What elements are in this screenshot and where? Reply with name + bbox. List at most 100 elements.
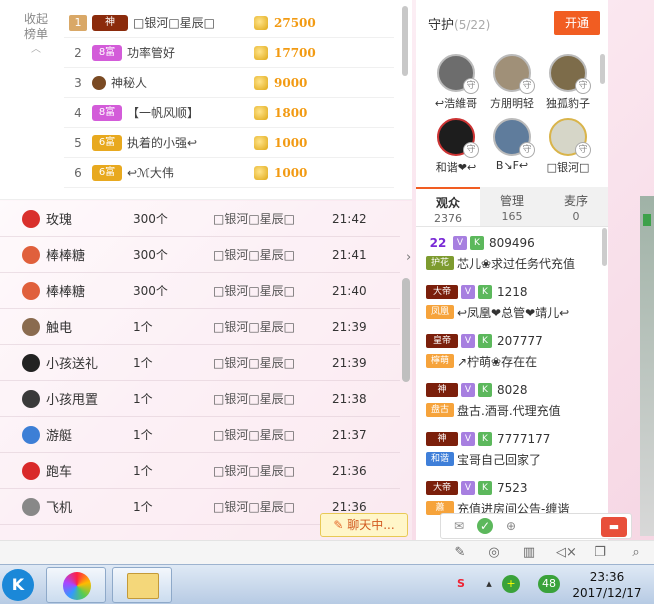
gift-user[interactable]: □银河□星辰□ [213,318,295,335]
taskbar-clock[interactable]: 23:36 2017/12/17 [568,569,646,601]
rank-number: 6 [74,165,82,180]
guard-member[interactable]: 守 □银河□ [540,118,596,175]
audience-name[interactable]: 宝哥自己回家了 [457,451,597,468]
rank-user-name[interactable]: 神秘人 [111,74,231,91]
gift-user[interactable]: □银河□星辰□ [213,282,295,299]
rank-row[interactable]: 3 神秘人 9000 [64,68,394,98]
guard-member[interactable]: 守方朋明轻 [484,54,540,111]
gift-user[interactable]: □银河□星辰□ [213,390,295,407]
gift-user[interactable]: □银河□星辰□ [213,426,295,443]
audience-item[interactable]: 皇帝 V K 207777 檸萌 ↗柠萌❀存在在 [426,332,602,380]
chevron-right-icon[interactable]: › [406,250,411,265]
side-scroll-strip[interactable] [640,196,654,536]
check-icon[interactable]: ✓ [477,518,493,534]
side-indicator [643,214,651,226]
window-icon[interactable]: ❐ [592,545,608,561]
guard-member[interactable]: 守独孤豹子 [540,54,596,111]
audience-name[interactable]: 盘古.酒哥.代理充值 [457,402,597,419]
rank-user-name[interactable]: 功率管好 [127,44,247,61]
speed-icon[interactable]: ◎ [486,545,502,561]
gift-record-list: 玫瑰 300个 □银河□星辰□ 21:42 棒棒糖 300个 □银河□星辰□ 21:41 棒棒糖… [0,201,412,540]
mute-icon[interactable]: ◁× [556,545,577,561]
gift-row[interactable]: 棒棒糖 300个 □银河□星辰□ 21:40 [0,273,400,309]
audience-item[interactable]: 神 V K 7777177 和谐 宝哥自己回家了 [426,430,602,478]
rank-user-name[interactable]: ↩ℳ大伟 [127,164,247,181]
gift-scrollbar[interactable] [402,278,410,382]
avatar[interactable]: 守 [437,54,479,94]
avatar[interactable]: 守 [437,118,479,158]
gift-icon [22,209,40,228]
tab-audience[interactable]: 观众 2376 [416,187,480,226]
coin-icon [254,165,268,180]
audience-scrollbar[interactable] [602,228,607,266]
taskbar-explorer-button[interactable] [112,567,172,603]
chat-input-bar[interactable]: ✉ ✓ ⊕ ▬ [440,513,632,539]
gift-user[interactable]: □银河□星辰□ [213,462,295,479]
audience-item[interactable]: 大帝 V K 1218 凤凰 ↩凤凰❤总管❤靖儿↩ [426,283,602,331]
vip-badge: V [461,285,475,299]
live-room-window: 收起 榜单 ︿ 1 神 □银河□星辰□ 27500 2 8富 功率管好 17700 3 神秘人 90… [0,0,654,540]
audience-message-line: 盘古 盘古.酒哥.代理充值 [426,401,602,419]
audience-id: 7523 [497,481,528,495]
guard-member[interactable]: 守 ↩浩維哥 [428,54,484,111]
rank-number: 1 [69,14,87,31]
guard-count: (5/22) [454,18,491,32]
gift-user[interactable]: □银河□星辰□ [213,210,295,227]
chevron-up-tray-icon[interactable]: ▴ [480,575,498,593]
guard-member[interactable]: 守 B↘F↩ [484,118,540,172]
avatar[interactable]: 守 [493,54,535,94]
tray-badge[interactable]: 48 [538,575,560,593]
audience-item[interactable]: 22 V K 809496 护花 芯儿❀求过任务代充值 [426,234,602,282]
rank-user-name[interactable]: 执着的小强↩ [127,134,247,151]
gift-row[interactable]: 小孩甩置 1个 □银河□星辰□ 21:38 [0,381,400,417]
tab-admins[interactable]: 管理 165 [480,187,544,226]
gift-count: 1个 [133,392,153,406]
audience-message-line: 护花 芯儿❀求过任务代充值 [426,254,602,272]
mail-icon[interactable]: ✉ [451,518,467,534]
audience-name[interactable]: 芯儿❀求过任务代充值 [457,255,597,272]
pin-icon[interactable]: ✎ [452,545,468,561]
send-message-icon[interactable]: ▬ [601,517,627,537]
audience-item[interactable]: 神 V K 8028 盘古 盘古.酒哥.代理充值 [426,381,602,429]
rank-row[interactable]: 5 6富 执着的小强↩ 1000 [64,128,394,158]
rank-scrollbar[interactable] [402,6,408,76]
gift-row[interactable]: 小孩送礼 1个 □银河□星辰□ 21:39 [0,345,400,381]
gift-row[interactable]: 游艇 1个 □银河□星辰□ 21:37 [0,417,400,453]
gift-user[interactable]: □银河□星辰□ [213,354,295,371]
rank-user-name[interactable]: □银河□星辰□ [133,14,253,31]
tab-mic-queue[interactable]: 麦序 0 [544,187,608,226]
gift-row[interactable]: 触电 1个 □银河□星辰□ 21:39 [0,309,400,345]
gift-row[interactable]: 玫瑰 300个 □银河□星辰□ 21:42 [0,201,400,237]
chat-status-label: 聊天中... [347,518,395,532]
gift-user[interactable]: □银河□星辰□ [213,498,295,515]
avatar[interactable]: 守 [493,118,535,158]
sogou-icon[interactable]: S [452,575,470,593]
taskbar-photos-button[interactable] [46,567,106,603]
add-tray-icon[interactable]: + [502,575,520,593]
gift-row[interactable]: 棒棒糖 300个 □银河□星辰□ 21:41 [0,237,400,273]
collapse-rank-button[interactable]: 收起 榜单 ︿ [14,12,58,57]
search-icon[interactable]: ⌕ [628,545,644,561]
trash-icon[interactable]: ▥ [521,545,537,561]
gift-name: 棒棒糖 [46,249,86,264]
app-k-icon[interactable]: K [2,569,34,601]
audience-name[interactable]: ↩凤凰❤总管❤靖儿↩ [457,304,597,321]
gift-time: 21:37 [332,427,367,442]
gift-name: 小孩甩置 [46,393,99,408]
rank-row[interactable]: 2 8富 功率管好 17700 [64,38,394,68]
rank-row[interactable]: 4 8富 【一帆风顺】 1800 [64,98,394,128]
rank-row[interactable]: 6 6富 ↩ℳ大伟 1000 [64,158,394,188]
zoom-icon[interactable]: ⊕ [503,518,519,534]
gift-row[interactable]: 跑车 1个 □银河□星辰□ 21:36 [0,453,400,489]
chat-status-bubble[interactable]: ✎ 聊天中... [320,513,408,537]
rank-user-name[interactable]: 【一帆风顺】 [127,104,247,121]
rank-row[interactable]: 1 神 □银河□星辰□ 27500 [64,8,394,38]
avatar[interactable]: 守 [549,54,591,94]
guard-scrollbar[interactable] [600,54,605,84]
audience-name[interactable]: ↗柠萌❀存在在 [457,353,597,370]
open-guard-button[interactable]: 开通 [554,11,600,35]
avatar[interactable]: 守 [549,118,591,158]
guard-member[interactable]: 守和谐❤↩ [428,118,484,175]
gift-time: 21:41 [332,247,367,262]
gift-user[interactable]: □银河□星辰□ [213,246,295,263]
